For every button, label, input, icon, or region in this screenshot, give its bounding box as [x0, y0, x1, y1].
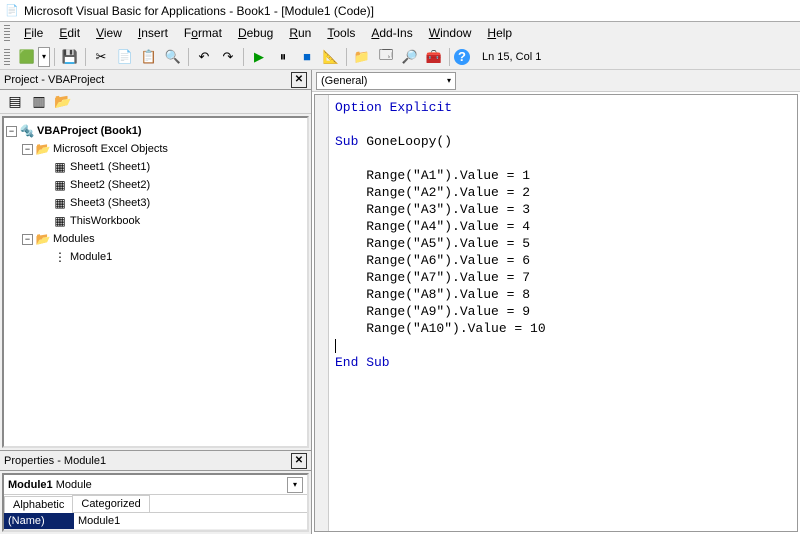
- menu-view[interactable]: View: [88, 24, 130, 42]
- title-bar: 📄 Microsoft Visual Basic for Application…: [0, 0, 800, 22]
- help-button[interactable]: ?: [454, 49, 470, 65]
- view-excel-button[interactable]: 🟩: [16, 46, 38, 68]
- properties-panel-header: Properties - Module1 ✕: [0, 451, 311, 471]
- toolbar: 🟩 ▾ 💾 ✂ 📄 📋 🔍 ↶ ↷ ▶ ⏸ ■ 📐 📁 🗔 🔎 🧰 ? Ln 1…: [0, 44, 800, 70]
- find-button[interactable]: 🔍: [162, 46, 184, 68]
- design-mode-button[interactable]: 📐: [320, 46, 342, 68]
- reset-button[interactable]: ■: [296, 46, 318, 68]
- code-editor[interactable]: Option Explicit Sub GoneLoopy() Range("A…: [329, 95, 797, 531]
- sheet-item[interactable]: ▦Sheet1 (Sheet1): [6, 158, 305, 176]
- menu-insert[interactable]: Insert: [130, 24, 176, 42]
- modules-folder[interactable]: Modules: [53, 233, 95, 245]
- chevron-down-icon[interactable]: ▾: [447, 76, 451, 85]
- object-browser-button[interactable]: 🔎: [399, 46, 421, 68]
- save-button[interactable]: 💾: [59, 46, 81, 68]
- properties-object-combo[interactable]: Module1 Module ▾: [4, 475, 307, 495]
- expand-icon[interactable]: −: [22, 234, 33, 245]
- menu-help[interactable]: Help: [479, 24, 520, 42]
- toolbar-grip[interactable]: [4, 49, 10, 65]
- combo-object-type: Module: [56, 479, 92, 491]
- copy-button[interactable]: 📄: [114, 46, 136, 68]
- project-panel-close[interactable]: ✕: [291, 72, 307, 88]
- code-margin[interactable]: [315, 95, 329, 531]
- code-editor-container: Option Explicit Sub GoneLoopy() Range("A…: [314, 94, 798, 532]
- sheet-item[interactable]: ▦Sheet3 (Sheet3): [6, 194, 305, 212]
- menu-add-ins[interactable]: Add-Ins: [363, 24, 420, 42]
- expand-icon[interactable]: −: [6, 126, 17, 137]
- left-panel: Project - VBAProject ✕ ▤ ▥ 📂 − 🔩 VBAProj…: [0, 70, 312, 534]
- sheet-icon: ▦: [52, 159, 68, 175]
- toggle-folders-button[interactable]: 📂: [52, 91, 74, 113]
- tab-categorized[interactable]: Categorized: [72, 495, 149, 512]
- property-value[interactable]: Module1: [74, 513, 307, 529]
- undo-button[interactable]: ↶: [193, 46, 215, 68]
- separator: [449, 48, 450, 66]
- properties-window-button[interactable]: 🗔: [375, 46, 397, 68]
- expand-icon[interactable]: −: [22, 144, 33, 155]
- sheet-label: Sheet2 (Sheet2): [70, 179, 150, 191]
- sheet-icon: ▦: [52, 177, 68, 193]
- menu-edit[interactable]: Edit: [51, 24, 88, 42]
- project-panel-title: Project - VBAProject: [4, 74, 104, 86]
- project-toolbar: ▤ ▥ 📂: [0, 90, 311, 114]
- project-tree[interactable]: − 🔩 VBAProject (Book1) − 📂 Microsoft Exc…: [2, 116, 309, 448]
- module-item[interactable]: Module1: [70, 251, 112, 263]
- app-icon: 📄: [4, 3, 20, 19]
- combo-object-name: Module1: [8, 479, 53, 491]
- insert-dropdown[interactable]: ▾: [38, 47, 50, 67]
- sheet-label: Sheet3 (Sheet3): [70, 197, 150, 209]
- project-panel-header: Project - VBAProject ✕: [0, 70, 311, 90]
- menu-debug[interactable]: Debug: [230, 24, 281, 42]
- object-combo-value: (General): [321, 75, 367, 87]
- menu-window[interactable]: Window: [421, 24, 480, 42]
- separator: [243, 48, 244, 66]
- property-name: (Name): [4, 513, 74, 529]
- sheet-label: Sheet1 (Sheet1): [70, 161, 150, 173]
- sheet-item[interactable]: ▦ThisWorkbook: [6, 212, 305, 230]
- menu-run[interactable]: Run: [281, 24, 319, 42]
- folder-icon: 📂: [35, 231, 51, 247]
- project-explorer-button[interactable]: 📁: [351, 46, 373, 68]
- property-row[interactable]: (Name) Module1: [4, 513, 307, 530]
- workspace: Project - VBAProject ✕ ▤ ▥ 📂 − 🔩 VBAProj…: [0, 70, 800, 534]
- redo-button[interactable]: ↷: [217, 46, 239, 68]
- sheet-label: ThisWorkbook: [70, 215, 140, 227]
- cursor-position: Ln 15, Col 1: [472, 51, 551, 63]
- tab-alphabetic[interactable]: Alphabetic: [4, 496, 73, 513]
- project-root[interactable]: VBAProject (Book1): [37, 125, 142, 137]
- menu-format[interactable]: Format: [176, 24, 230, 42]
- sheet-item[interactable]: ▦Sheet2 (Sheet2): [6, 176, 305, 194]
- separator: [346, 48, 347, 66]
- sheet-icon: ▦: [52, 213, 68, 229]
- window-title: Microsoft Visual Basic for Applications …: [24, 4, 374, 18]
- folder-icon: 📂: [35, 141, 51, 157]
- code-panel: (General) ▾ Option Explicit Sub GoneLoop…: [312, 70, 800, 534]
- run-button[interactable]: ▶: [248, 46, 270, 68]
- view-object-button[interactable]: ▥: [28, 91, 50, 113]
- sheet-icon: ▦: [52, 195, 68, 211]
- code-object-bar: (General) ▾: [312, 70, 800, 92]
- menu-tools[interactable]: Tools: [319, 24, 363, 42]
- object-combo[interactable]: (General) ▾: [316, 72, 456, 90]
- cut-button[interactable]: ✂: [90, 46, 112, 68]
- project-icon: 🔩: [19, 123, 35, 139]
- separator: [54, 48, 55, 66]
- properties-panel-title: Properties - Module1: [4, 455, 106, 467]
- properties-panel: Properties - Module1 ✕ Module1 Module ▾ …: [0, 450, 311, 534]
- break-button[interactable]: ⏸: [272, 46, 294, 68]
- module-icon: ⋮: [52, 249, 68, 265]
- separator: [188, 48, 189, 66]
- menu-file[interactable]: File: [16, 24, 51, 42]
- menubar-grip[interactable]: [4, 25, 10, 41]
- paste-button[interactable]: 📋: [138, 46, 160, 68]
- separator: [85, 48, 86, 66]
- view-code-button[interactable]: ▤: [4, 91, 26, 113]
- excel-objects-folder[interactable]: Microsoft Excel Objects: [53, 143, 168, 155]
- properties-panel-close[interactable]: ✕: [291, 453, 307, 469]
- toolbox-button[interactable]: 🧰: [423, 46, 445, 68]
- menu-bar: FileEditViewInsertFormatDebugRunToolsAdd…: [0, 22, 800, 44]
- chevron-down-icon[interactable]: ▾: [287, 477, 303, 493]
